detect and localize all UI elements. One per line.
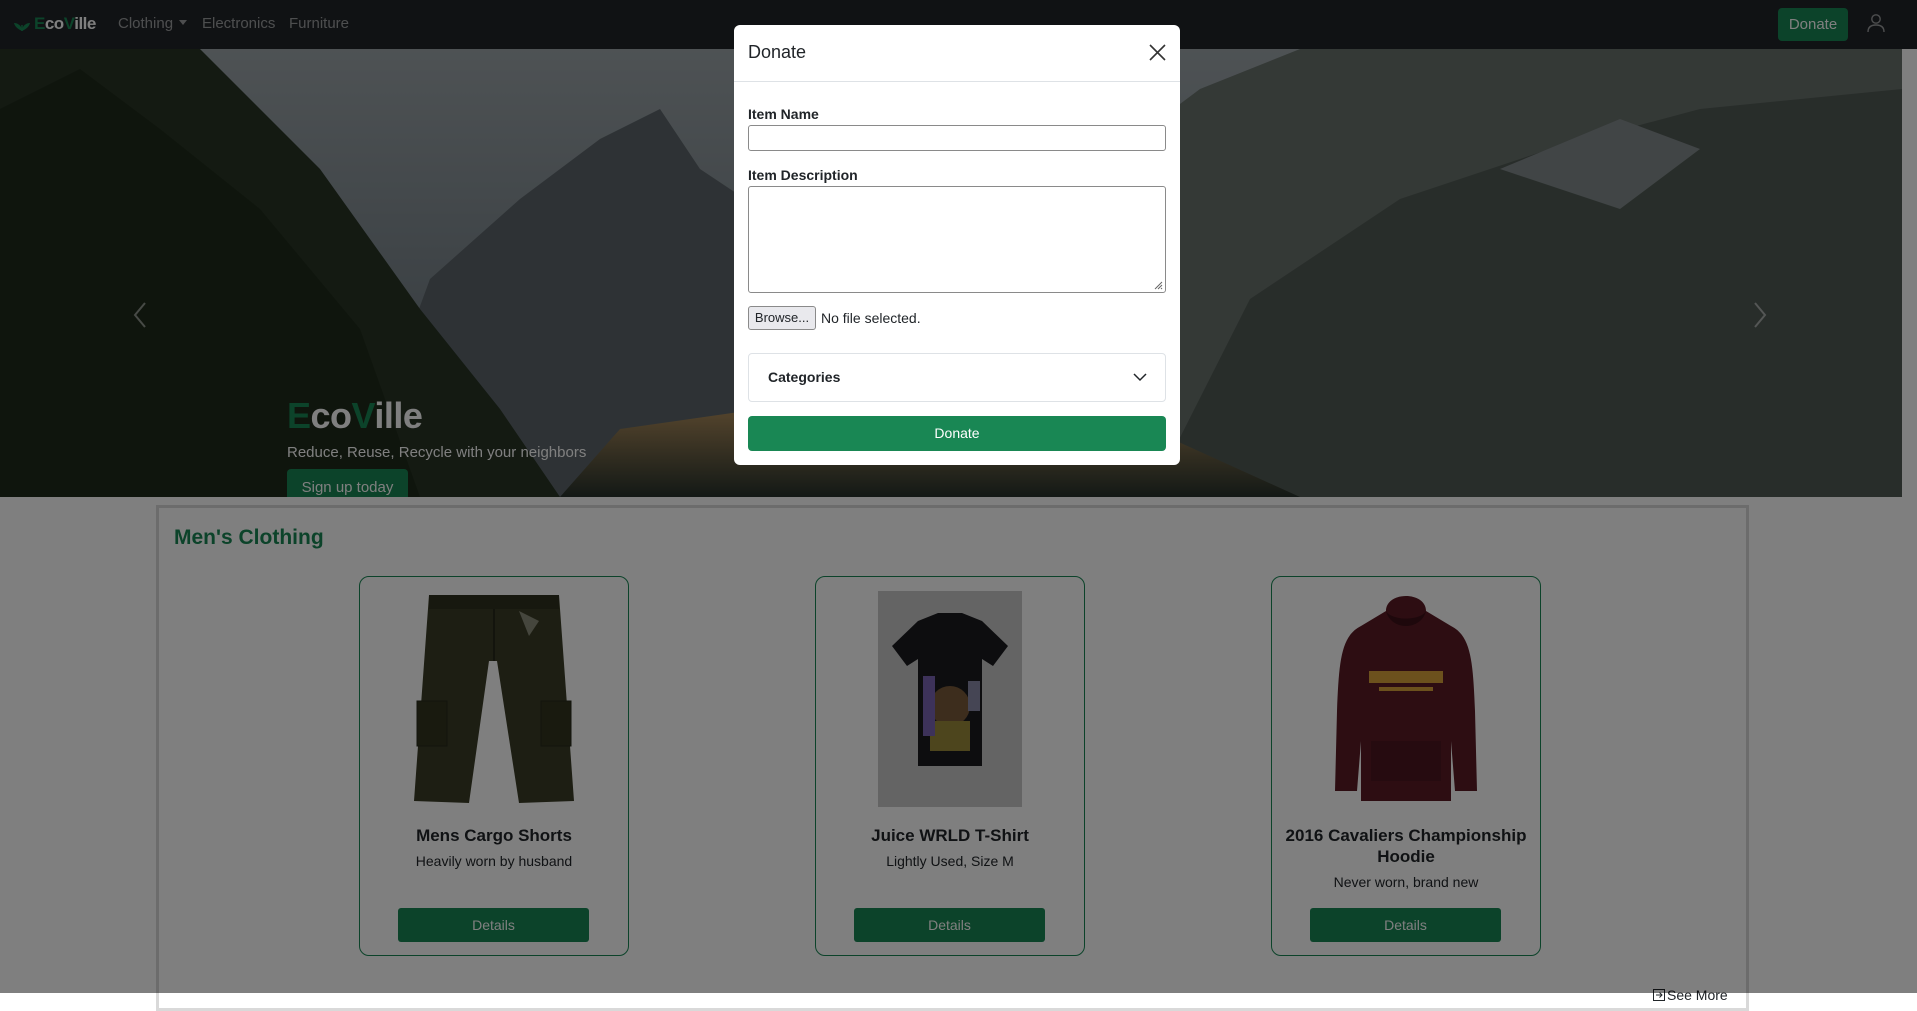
categories-label: Categories [768, 369, 841, 385]
close-icon[interactable] [1149, 44, 1166, 61]
item-name-label: Item Name [748, 106, 819, 122]
donate-modal: Donate Item Name Item Description Browse… [734, 25, 1180, 465]
item-description-textarea[interactable] [748, 186, 1166, 293]
modal-header: Donate [734, 25, 1180, 82]
file-input: Browse... No file selected. [748, 306, 921, 330]
categories-accordion[interactable]: Categories [748, 353, 1166, 402]
chevron-down-icon [1133, 373, 1147, 382]
donate-submit-button[interactable]: Donate [748, 416, 1166, 451]
browse-button[interactable]: Browse... [748, 306, 816, 330]
modal-title: Donate [748, 42, 807, 62]
item-name-input[interactable] [748, 125, 1166, 151]
file-status: No file selected. [821, 310, 921, 326]
item-description-label: Item Description [748, 167, 858, 183]
resize-handle-icon[interactable] [1153, 280, 1163, 290]
